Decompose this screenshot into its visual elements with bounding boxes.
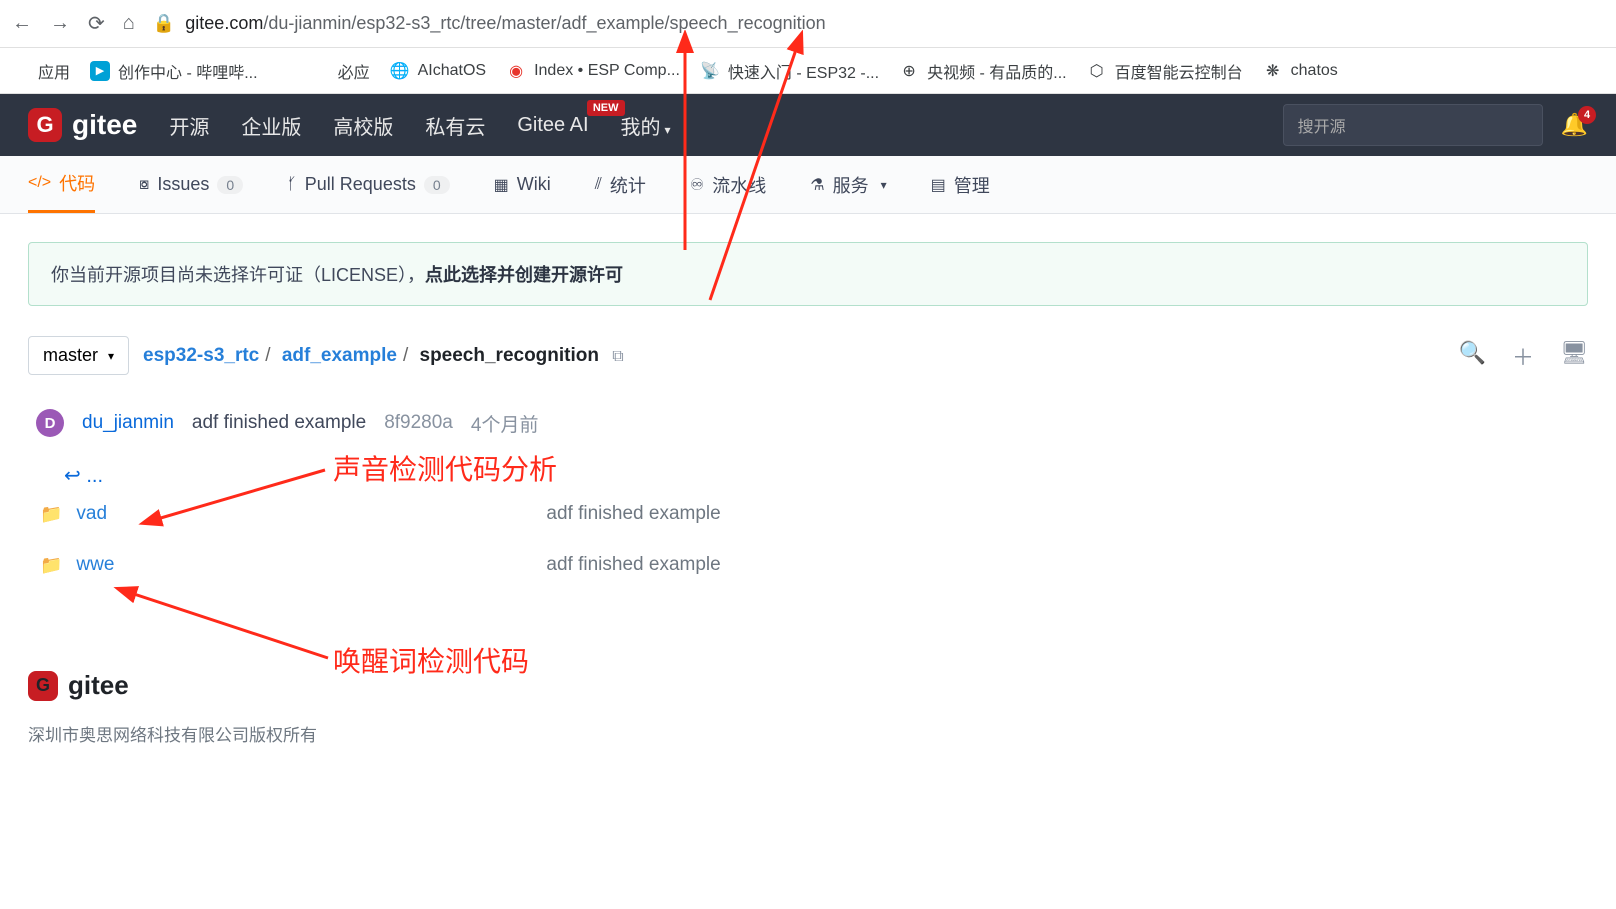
arrow-4 xyxy=(110,580,340,670)
parent-dir-link[interactable]: ↩ ... xyxy=(28,463,1588,488)
globe-icon: 🌐 xyxy=(390,61,410,81)
notifications-button[interactable]: 🔔4 xyxy=(1561,112,1588,138)
tab-pipeline[interactable]: ♾流水线 xyxy=(690,156,766,213)
browser-nav-bar: ← → ⟳ ⌂ 🔒 gitee.com/du-jianmin/esp32-s3_… xyxy=(0,0,1616,48)
search-files-icon[interactable]: 🔍 xyxy=(1459,340,1486,372)
file-name[interactable]: wwe xyxy=(76,554,546,576)
pr-icon: ᚶ xyxy=(287,176,297,194)
nav-education[interactable]: 高校版 xyxy=(333,111,393,140)
wiki-icon: ▦ xyxy=(494,175,509,195)
nav-enterprise[interactable]: 企业版 xyxy=(241,111,301,140)
add-file-icon[interactable]: ＋ xyxy=(1512,340,1534,372)
forward-icon[interactable]: → xyxy=(50,12,70,35)
tab-pull-requests[interactable]: ᚶPull Requests0 xyxy=(287,156,449,213)
file-row[interactable]: 📁 vad adf finished example xyxy=(28,488,1588,539)
new-badge: NEW xyxy=(587,100,625,116)
breadcrumb: esp32-s3_rtc/ adf_example/ speech_recogn… xyxy=(143,345,624,367)
caret-down-icon: ▾ xyxy=(881,178,887,192)
search-input[interactable]: 搜开源 xyxy=(1283,104,1543,146)
folder-icon: 📁 xyxy=(40,504,62,525)
url-domain: gitee.com xyxy=(185,13,263,33)
code-icon: </> xyxy=(28,174,51,192)
footer: Ggitee 深圳市奥思网络科技有限公司版权所有 xyxy=(0,670,1616,766)
tab-manage[interactable]: ▤管理 xyxy=(931,156,990,213)
tab-issues[interactable]: ⧇Issues0 xyxy=(139,156,243,213)
crumb-current: speech_recognition xyxy=(420,345,600,366)
bookmarks-bar: 应用 ▶创作中心 - 哔哩哔... 必应 🌐AIchatOS ◉Index • … xyxy=(0,48,1616,94)
file-commit-msg[interactable]: adf finished example xyxy=(546,554,720,576)
esp-icon: ◉ xyxy=(506,61,526,81)
footer-logo[interactable]: Ggitee xyxy=(28,670,1588,701)
folder-icon: 📁 xyxy=(40,555,62,576)
bookmark-item[interactable]: ⬡百度智能云控制台 xyxy=(1087,59,1243,83)
reload-icon[interactable]: ⟳ xyxy=(88,11,105,36)
breadcrumb-row: master▾ esp32-s3_rtc/ adf_example/ speec… xyxy=(28,336,1588,375)
service-icon: ⚗ xyxy=(810,175,824,195)
bookmark-item[interactable]: ❋chatos xyxy=(1263,61,1338,81)
bell-count: 4 xyxy=(1578,106,1596,124)
latest-commit: D du_jianmin adf finished example 8f9280… xyxy=(28,409,1588,437)
branch-selector[interactable]: master▾ xyxy=(28,336,129,375)
gitee-logo[interactable]: Ggitee xyxy=(28,108,137,142)
content-area: 你当前开源项目尚未选择许可证（LICENSE），点此选择并创建开源许可 mast… xyxy=(0,214,1616,590)
file-row[interactable]: 📁 wwe adf finished example xyxy=(28,539,1588,590)
caret-down-icon: ▾ xyxy=(108,349,114,363)
cctv-icon: ⊕ xyxy=(899,61,919,81)
issues-icon: ⧇ xyxy=(139,176,149,194)
nav-opensource[interactable]: 开源 xyxy=(169,111,209,140)
site-header: Ggitee 开源 企业版 高校版 私有云 Gitee AINEW 我的▾ 搜开… xyxy=(0,94,1616,156)
commit-message[interactable]: adf finished example xyxy=(192,412,366,434)
stats-icon: ⫽ xyxy=(595,176,602,194)
bookmark-item[interactable]: 📡快速入门 - ESP32 -... xyxy=(700,59,879,83)
copy-path-icon[interactable]: ⧉ xyxy=(612,348,623,365)
bookmark-item[interactable]: ⊕央视频 - 有品质的... xyxy=(899,59,1067,83)
address-bar[interactable]: 🔒 gitee.com/du-jianmin/esp32-s3_rtc/tree… xyxy=(153,13,1604,34)
bookmark-item[interactable]: 🌐AIchatOS xyxy=(390,61,486,81)
baidu-icon: ⬡ xyxy=(1087,61,1107,81)
back-icon[interactable]: ← xyxy=(12,12,32,35)
tab-wiki[interactable]: ▦Wiki xyxy=(494,156,551,213)
file-name[interactable]: vad xyxy=(76,503,546,525)
url-path: /du-jianmin/esp32-s3_rtc/tree/master/adf… xyxy=(263,13,825,33)
bili-icon: ▶ xyxy=(90,61,110,81)
web-ide-icon[interactable]: 🖥 xyxy=(1560,340,1588,372)
apps-button[interactable]: 应用 xyxy=(10,59,70,83)
repo-tabs: </>代码 ⧇Issues0 ᚶPull Requests0 ▦Wiki ⫽统计… xyxy=(0,156,1616,214)
avatar[interactable]: D xyxy=(36,409,64,437)
crumb-repo[interactable]: esp32-s3_rtc xyxy=(143,345,259,366)
rss-icon: 📡 xyxy=(700,61,720,81)
logo-badge-icon: G xyxy=(28,671,58,701)
bookmark-item[interactable]: 必应 xyxy=(338,59,370,83)
commit-time: 4个月前 xyxy=(471,410,539,437)
license-notice[interactable]: 你当前开源项目尚未选择许可证（LICENSE），点此选择并创建开源许可 xyxy=(28,242,1588,306)
bookmark-item[interactable]: ▶创作中心 - 哔哩哔... xyxy=(90,59,258,83)
commit-author[interactable]: du_jianmin xyxy=(82,412,174,434)
apps-icon xyxy=(10,61,30,81)
tab-code[interactable]: </>代码 xyxy=(28,156,95,213)
file-commit-msg[interactable]: adf finished example xyxy=(546,503,720,525)
copyright-text: 深圳市奥思网络科技有限公司版权所有 xyxy=(28,721,1588,746)
tab-service[interactable]: ⚗服务▾ xyxy=(810,156,886,213)
pipeline-icon: ♾ xyxy=(690,175,704,195)
caret-down-icon: ▾ xyxy=(665,123,671,137)
crumb-dir[interactable]: adf_example xyxy=(282,345,397,366)
logo-badge-icon: G xyxy=(28,108,62,142)
lock-icon: 🔒 xyxy=(153,13,175,34)
tab-stats[interactable]: ⫽统计 xyxy=(595,156,646,213)
home-icon[interactable]: ⌂ xyxy=(123,12,135,35)
commit-sha[interactable]: 8f9280a xyxy=(384,412,453,434)
nav-gitee-ai[interactable]: Gitee AINEW xyxy=(517,114,588,137)
manage-icon: ▤ xyxy=(931,175,946,195)
nav-private-cloud[interactable]: 私有云 xyxy=(425,111,485,140)
bookmark-item[interactable]: ◉Index • ESP Comp... xyxy=(506,61,680,81)
nav-mine[interactable]: 我的▾ xyxy=(621,111,671,140)
chat-icon: ❋ xyxy=(1263,61,1283,81)
